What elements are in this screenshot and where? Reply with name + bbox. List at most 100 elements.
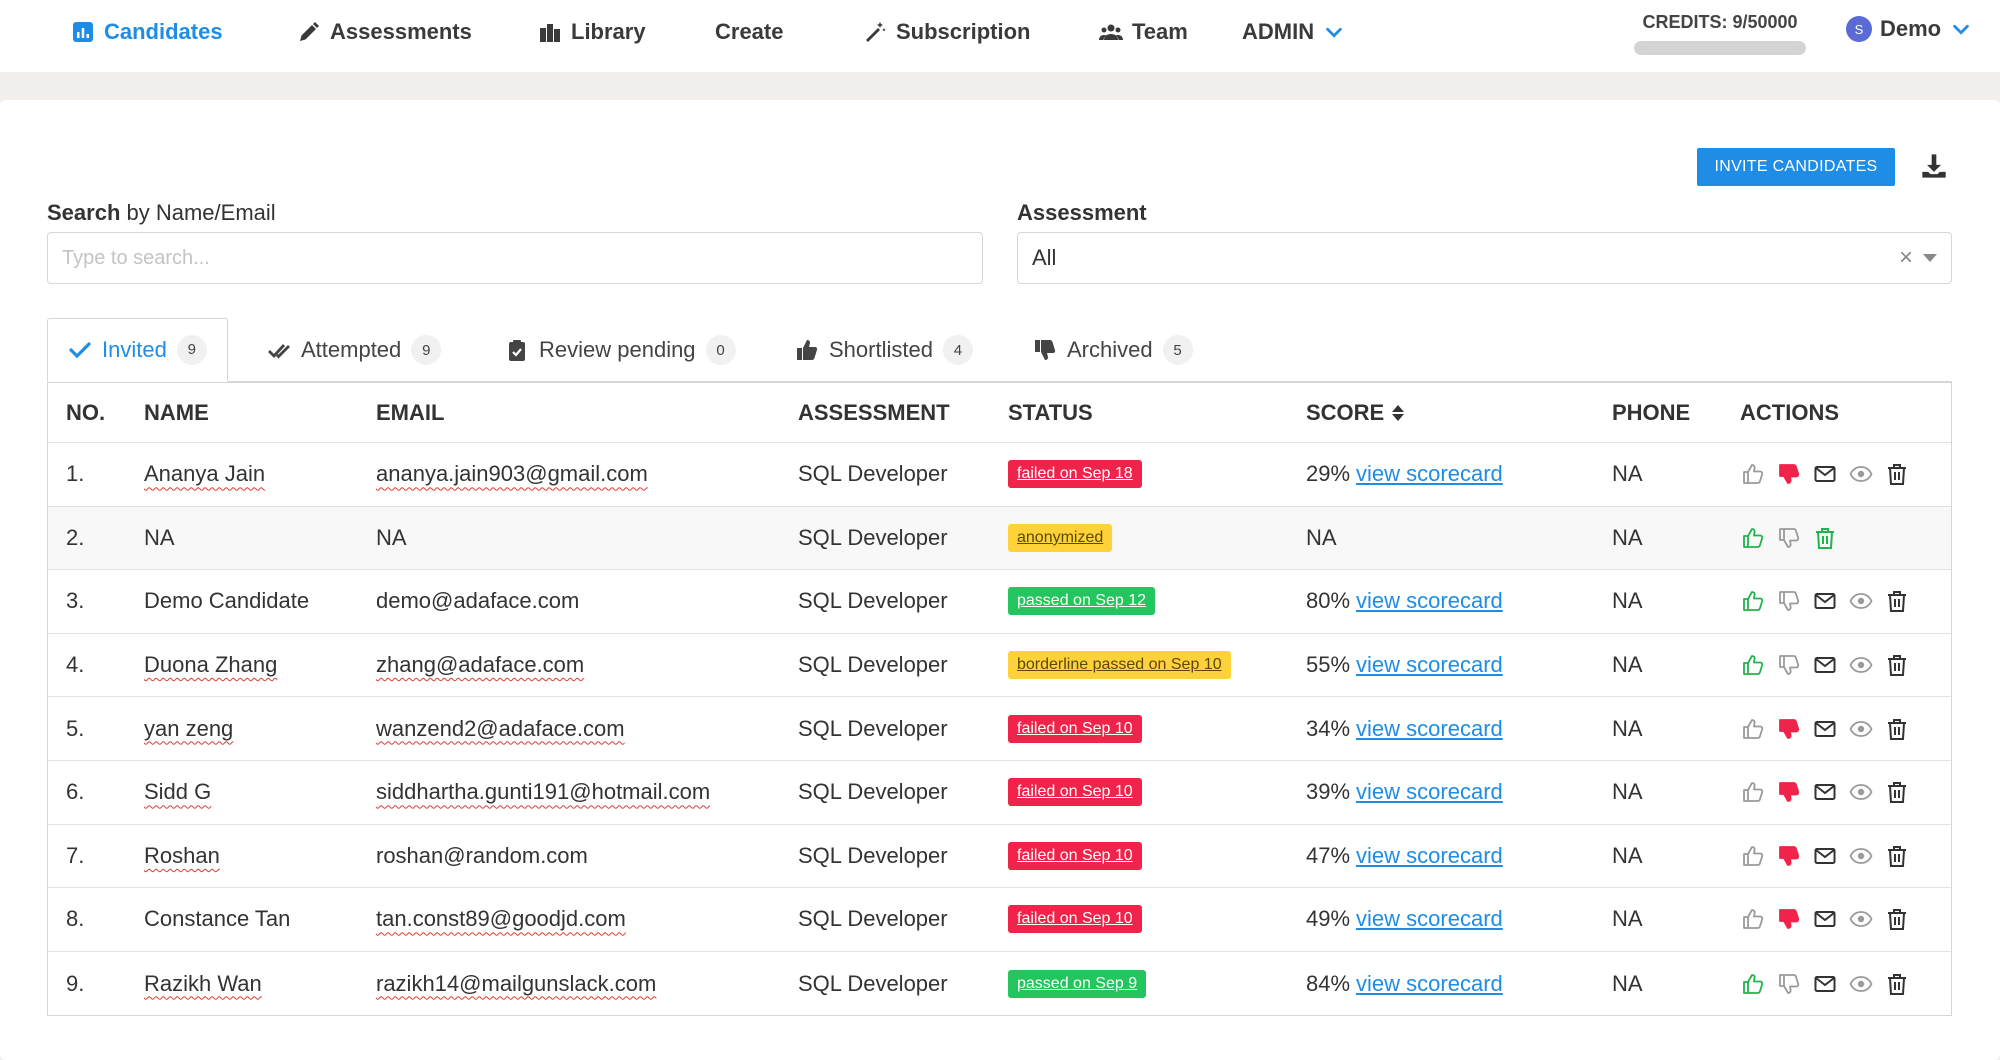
eye-icon[interactable] [1848,461,1874,487]
shortlist-thumbs-up-icon[interactable] [1740,779,1766,805]
credits-progress-bar [1634,41,1806,55]
shortlist-thumbs-up-icon[interactable] [1740,843,1766,869]
reject-thumbs-down-icon[interactable] [1776,716,1802,742]
trash-icon[interactable] [1884,906,1910,932]
tab-review-pending[interactable]: Review pending 0 [505,318,736,382]
candidate-name[interactable]: NA [144,507,175,570]
score-cell: 84%view scorecard [1306,952,1503,1016]
header-score[interactable]: SCORE [1306,383,1404,442]
shortlist-thumbs-up-icon[interactable] [1740,588,1766,614]
score-value: 47% [1306,843,1350,869]
shortlist-thumbs-up-icon[interactable] [1740,716,1766,742]
mail-icon[interactable] [1812,779,1838,805]
shortlist-thumbs-up-icon[interactable] [1740,461,1766,487]
status-badge[interactable]: failed on Sep 10 [1008,778,1142,806]
reject-thumbs-down-icon[interactable] [1776,461,1802,487]
reject-thumbs-down-icon[interactable] [1776,971,1802,997]
view-scorecard-link[interactable]: view scorecard [1356,971,1503,997]
nav-team[interactable]: Team [1098,14,1188,50]
mail-icon[interactable] [1812,588,1838,614]
view-scorecard-link[interactable]: view scorecard [1356,716,1503,742]
row-number: 5. [66,697,84,760]
trash-icon[interactable] [1884,779,1910,805]
candidate-name[interactable]: Sidd G [144,761,211,824]
trash-icon[interactable] [1812,525,1838,551]
invite-candidates-button[interactable]: INVITE CANDIDATES [1697,148,1895,186]
mail-icon[interactable] [1812,716,1838,742]
mail-icon[interactable] [1812,461,1838,487]
view-scorecard-link[interactable]: view scorecard [1356,588,1503,614]
eye-icon[interactable] [1848,652,1874,678]
mail-icon[interactable] [1812,971,1838,997]
nav-library[interactable]: Library [537,14,646,50]
view-scorecard-link[interactable]: view scorecard [1356,461,1503,487]
download-icon[interactable] [1920,152,1948,180]
shortlist-thumbs-up-icon[interactable] [1740,971,1766,997]
status-badge[interactable]: failed on Sep 18 [1008,460,1142,488]
reject-thumbs-down-icon[interactable] [1776,588,1802,614]
eye-icon[interactable] [1848,843,1874,869]
reject-thumbs-down-icon[interactable] [1776,652,1802,678]
reject-thumbs-down-icon[interactable] [1776,843,1802,869]
candidate-name[interactable]: Ananya Jain [144,443,265,506]
reject-thumbs-down-icon[interactable] [1776,906,1802,932]
candidate-name[interactable]: yan zeng [144,697,233,760]
tab-invited[interactable]: Invited 9 [47,318,228,382]
assessment-select[interactable]: All × [1017,232,1952,284]
eye-icon[interactable] [1848,588,1874,614]
mail-icon[interactable] [1812,843,1838,869]
mail-icon[interactable] [1812,652,1838,678]
shortlist-thumbs-up-icon[interactable] [1740,652,1766,678]
eye-icon[interactable] [1848,779,1874,805]
row-actions [1740,825,1910,888]
clipboard-check-icon [505,338,529,362]
status-badge[interactable]: passed on Sep 9 [1008,970,1146,998]
view-scorecard-link[interactable]: view scorecard [1356,779,1503,805]
search-input[interactable] [47,232,983,284]
tab-shortlisted[interactable]: Shortlisted 4 [795,318,973,382]
status-badge[interactable]: passed on Sep 12 [1008,587,1155,615]
nav-create[interactable]: Create [715,14,783,50]
trash-icon[interactable] [1884,843,1910,869]
eye-icon[interactable] [1848,971,1874,997]
user-menu[interactable]: S Demo [1846,16,1973,42]
trash-icon[interactable] [1884,971,1910,997]
shortlist-thumbs-up-icon[interactable] [1740,525,1766,551]
reject-thumbs-down-icon[interactable] [1776,779,1802,805]
view-scorecard-link[interactable]: view scorecard [1356,906,1503,932]
view-scorecard-link[interactable]: view scorecard [1356,652,1503,678]
clear-icon[interactable]: × [1899,244,1913,272]
caret-down-icon[interactable] [1923,254,1937,262]
status-badge[interactable]: failed on Sep 10 [1008,842,1142,870]
nav-candidates[interactable]: Candidates [70,14,223,50]
status-badge[interactable]: anonymized [1008,524,1112,552]
candidate-name[interactable]: Duona Zhang [144,634,277,697]
candidate-name[interactable]: Roshan [144,825,220,888]
nav-assessments[interactable]: Assessments [296,14,472,50]
table-row: 8.Constance Tantan.const89@goodjd.comSQL… [48,888,1951,952]
header-email: EMAIL [376,383,444,442]
nav-admin-dropdown[interactable]: ADMIN [1242,14,1346,50]
candidate-name[interactable]: Demo Candidate [144,570,309,633]
status-badge[interactable]: failed on Sep 10 [1008,905,1142,933]
candidate-name[interactable]: Constance Tan [144,888,290,951]
mail-icon[interactable] [1812,906,1838,932]
status-badge[interactable]: borderline passed on Sep 10 [1008,651,1231,679]
candidate-name[interactable]: Razikh Wan [144,952,262,1016]
eye-icon[interactable] [1848,906,1874,932]
shortlist-thumbs-up-icon[interactable] [1740,906,1766,932]
view-scorecard-link[interactable]: view scorecard [1356,843,1503,869]
tab-attempted[interactable]: Attempted 9 [267,318,441,382]
nav-subscription[interactable]: Subscription [862,14,1030,50]
status-badge[interactable]: failed on Sep 10 [1008,715,1142,743]
tab-archived[interactable]: Archived 5 [1033,318,1193,382]
sort-icon[interactable] [1392,405,1404,421]
status-cell: passed on Sep 9 [1008,952,1146,1016]
books-icon [537,19,563,45]
reject-thumbs-down-icon[interactable] [1776,525,1802,551]
trash-icon[interactable] [1884,652,1910,678]
eye-icon[interactable] [1848,716,1874,742]
trash-icon[interactable] [1884,461,1910,487]
trash-icon[interactable] [1884,588,1910,614]
trash-icon[interactable] [1884,716,1910,742]
